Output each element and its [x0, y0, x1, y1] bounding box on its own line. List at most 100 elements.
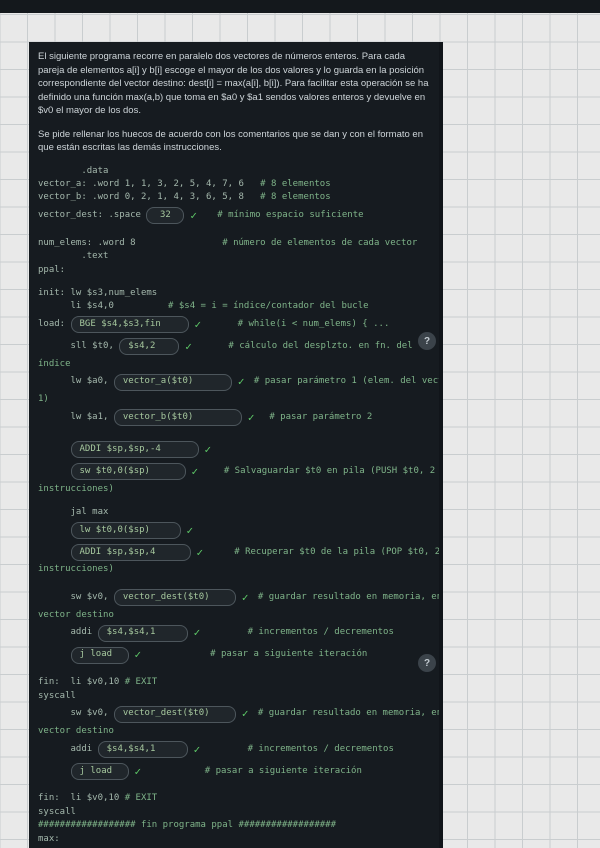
code-text: sw $v0,: [38, 592, 114, 603]
answer-input[interactable]: vector_a($t0): [113, 373, 232, 391]
code-line: addi $s4,$s4,1 ✓ # incrementos / decremen…: [38, 622, 434, 644]
code-line: .data: [38, 165, 434, 178]
code-text: vector_a: .word 1, 1, 3, 2, 5, 4, 7, 6: [38, 178, 261, 189]
code-line: ppal:: [38, 264, 434, 277]
intro-paragraph: Se pide rellenar los huecos de acuerdo c…: [38, 128, 423, 154]
correct-check-icon: ✓: [185, 340, 192, 354]
code-comment: # Recuperar $t0 de la pila (POP $t0, 2: [207, 546, 441, 557]
code-line: instrucciones): [38, 483, 434, 496]
code-line: sw $t0,0($sp) ✓ # Salvaguardar $t0 en pil…: [38, 461, 436, 483]
code-line: fin: li $v0,10 # EXIT: [38, 676, 434, 689]
code-line: instrucciones): [38, 563, 434, 576]
code-text: fin: li $v0,10: [38, 677, 125, 688]
correct-check-icon: ✓: [196, 545, 204, 559]
exercise-instructions: El siguiente programa recorre en paralel…: [38, 50, 434, 155]
code-line: j load ✓ # pasar a siguiente iteración: [38, 644, 434, 666]
code-text: .text: [38, 251, 109, 262]
code-listing: .data vector_a: .word 1, 1, 3, 2, 5, 4, 7…: [38, 165, 439, 848]
code-line: índice: [38, 358, 434, 371]
code-text: lw $a0,: [38, 376, 114, 387]
answer-input[interactable]: 32: [146, 207, 185, 225]
code-comment: 1): [38, 394, 49, 405]
code-comment: vector destino: [38, 726, 114, 736]
code-text: ppal:: [38, 264, 66, 275]
code-line: lw $a1, vector_b($t0) ✓ # pasar parámetro…: [38, 407, 434, 429]
code-line: ADDI $sp,$sp,-4 ✓: [38, 439, 434, 461]
correct-check-icon: ✓: [247, 410, 255, 424]
answer-input[interactable]: $s4,2: [119, 338, 180, 356]
code-line: num_elems: .word 8 # número de elementos…: [38, 237, 434, 250]
code-comment: # 8 elementos: [260, 192, 331, 203]
answer-input[interactable]: ADDI $sp,$sp,4: [70, 543, 191, 561]
code-line: j load ✓ # pasar a siguiente iteración: [38, 760, 434, 782]
code-text: vector_b: .word 0, 2, 1, 4, 3, 6, 5, 8: [38, 192, 261, 203]
exercise-panel: El siguiente programa recorre en paralel…: [29, 42, 443, 848]
code-comment: # pasar parámetro 1 (elem. del vector: [248, 376, 443, 387]
code-line: addi $s4,$s4,1 ✓ # incrementos / decremen…: [38, 738, 434, 760]
code-comment: # incrementos / decrementos: [204, 627, 394, 638]
code-line: syscall: [38, 690, 434, 703]
help-button[interactable]: ?: [418, 654, 436, 672]
answer-input[interactable]: BGE $s4,$s3,fin: [70, 316, 189, 334]
correct-check-icon: ✓: [237, 375, 245, 389]
code-comment: # incrementos / decrementos: [204, 743, 394, 754]
answer-input[interactable]: lw $t0,0($sp): [70, 521, 181, 539]
code-text: syscall: [38, 690, 76, 701]
code-comment: # mínimo espacio suficiente: [201, 210, 364, 221]
correct-check-icon: ✓: [134, 764, 142, 778]
code-line: vector_a: .word 1, 1, 3, 2, 5, 4, 7, 6 #…: [38, 178, 434, 191]
code-text: syscall: [38, 806, 76, 817]
code-comment: # 8 elementos: [260, 178, 331, 189]
answer-input[interactable]: $s4,$s4,1: [97, 624, 188, 642]
answer-input[interactable]: ADDI $sp,$sp,-4: [70, 441, 199, 459]
correct-check-icon: ✓: [241, 591, 249, 605]
code-comment: # Salvaguardar $t0 en pila (PUSH $t0, 2: [202, 465, 436, 476]
code-line: vector destino: [38, 725, 434, 738]
correct-check-icon: ✓: [193, 626, 201, 640]
code-line: lw $t0,0($sp) ✓: [38, 519, 434, 541]
answer-input[interactable]: vector_dest($t0): [113, 589, 236, 607]
answer-input[interactable]: j load: [70, 646, 129, 664]
answer-input[interactable]: vector_dest($t0): [113, 705, 236, 723]
code-comment: instrucciones): [38, 483, 114, 494]
code-line: ADDI $sp,$sp,4 ✓ # Recuperar $t0 de la pi…: [38, 541, 439, 563]
code-comment: # pasar a siguiente iteración: [145, 765, 362, 776]
code-line: sw $v0, vector_dest($t0) ✓ # guardar resu…: [38, 703, 439, 725]
answer-input[interactable]: $s4,$s4,1: [97, 740, 188, 758]
correct-check-icon: ✓: [186, 523, 194, 537]
code-line: li $s4,0 # $s4 = i = índice/contador del…: [38, 300, 434, 313]
code-text: num_elems: .word 8: [38, 237, 223, 248]
code-text: vector_dest: .space: [38, 210, 147, 221]
code-comment: ################## fin programa ppal ###…: [38, 820, 337, 831]
code-text: li $s4,0: [38, 301, 169, 312]
intro-paragraph: El siguiente programa recorre en paralel…: [38, 51, 429, 116]
code-line: vector_b: .word 0, 2, 1, 4, 3, 6, 5, 8 #…: [38, 191, 434, 204]
code-line: 1): [38, 393, 434, 406]
code-line: vector destino: [38, 609, 434, 622]
code-text: jal max: [38, 506, 109, 517]
code-line: .text: [38, 250, 434, 263]
code-text: addi: [38, 743, 98, 754]
code-line: jal max: [38, 506, 434, 519]
code-text: sll $t0,: [38, 341, 120, 352]
code-text: max:: [38, 833, 60, 844]
correct-check-icon: ✓: [191, 464, 199, 478]
answer-input[interactable]: vector_b($t0): [113, 409, 242, 427]
code-line: fin: li $v0,10 # EXIT: [38, 792, 434, 805]
code-comment: # guardar resultado en memoria, en: [252, 592, 443, 603]
code-comment: # guardar resultado en memoria, en: [252, 708, 443, 719]
answer-input[interactable]: sw $t0,0($sp): [70, 463, 186, 481]
code-text: lw $a1,: [38, 411, 114, 422]
code-comment: índice: [38, 358, 71, 369]
code-text: load:: [38, 319, 71, 330]
help-button[interactable]: ?: [418, 332, 436, 350]
code-comment: # pasar parámetro 2: [258, 411, 373, 422]
answer-input[interactable]: j load: [70, 762, 129, 780]
